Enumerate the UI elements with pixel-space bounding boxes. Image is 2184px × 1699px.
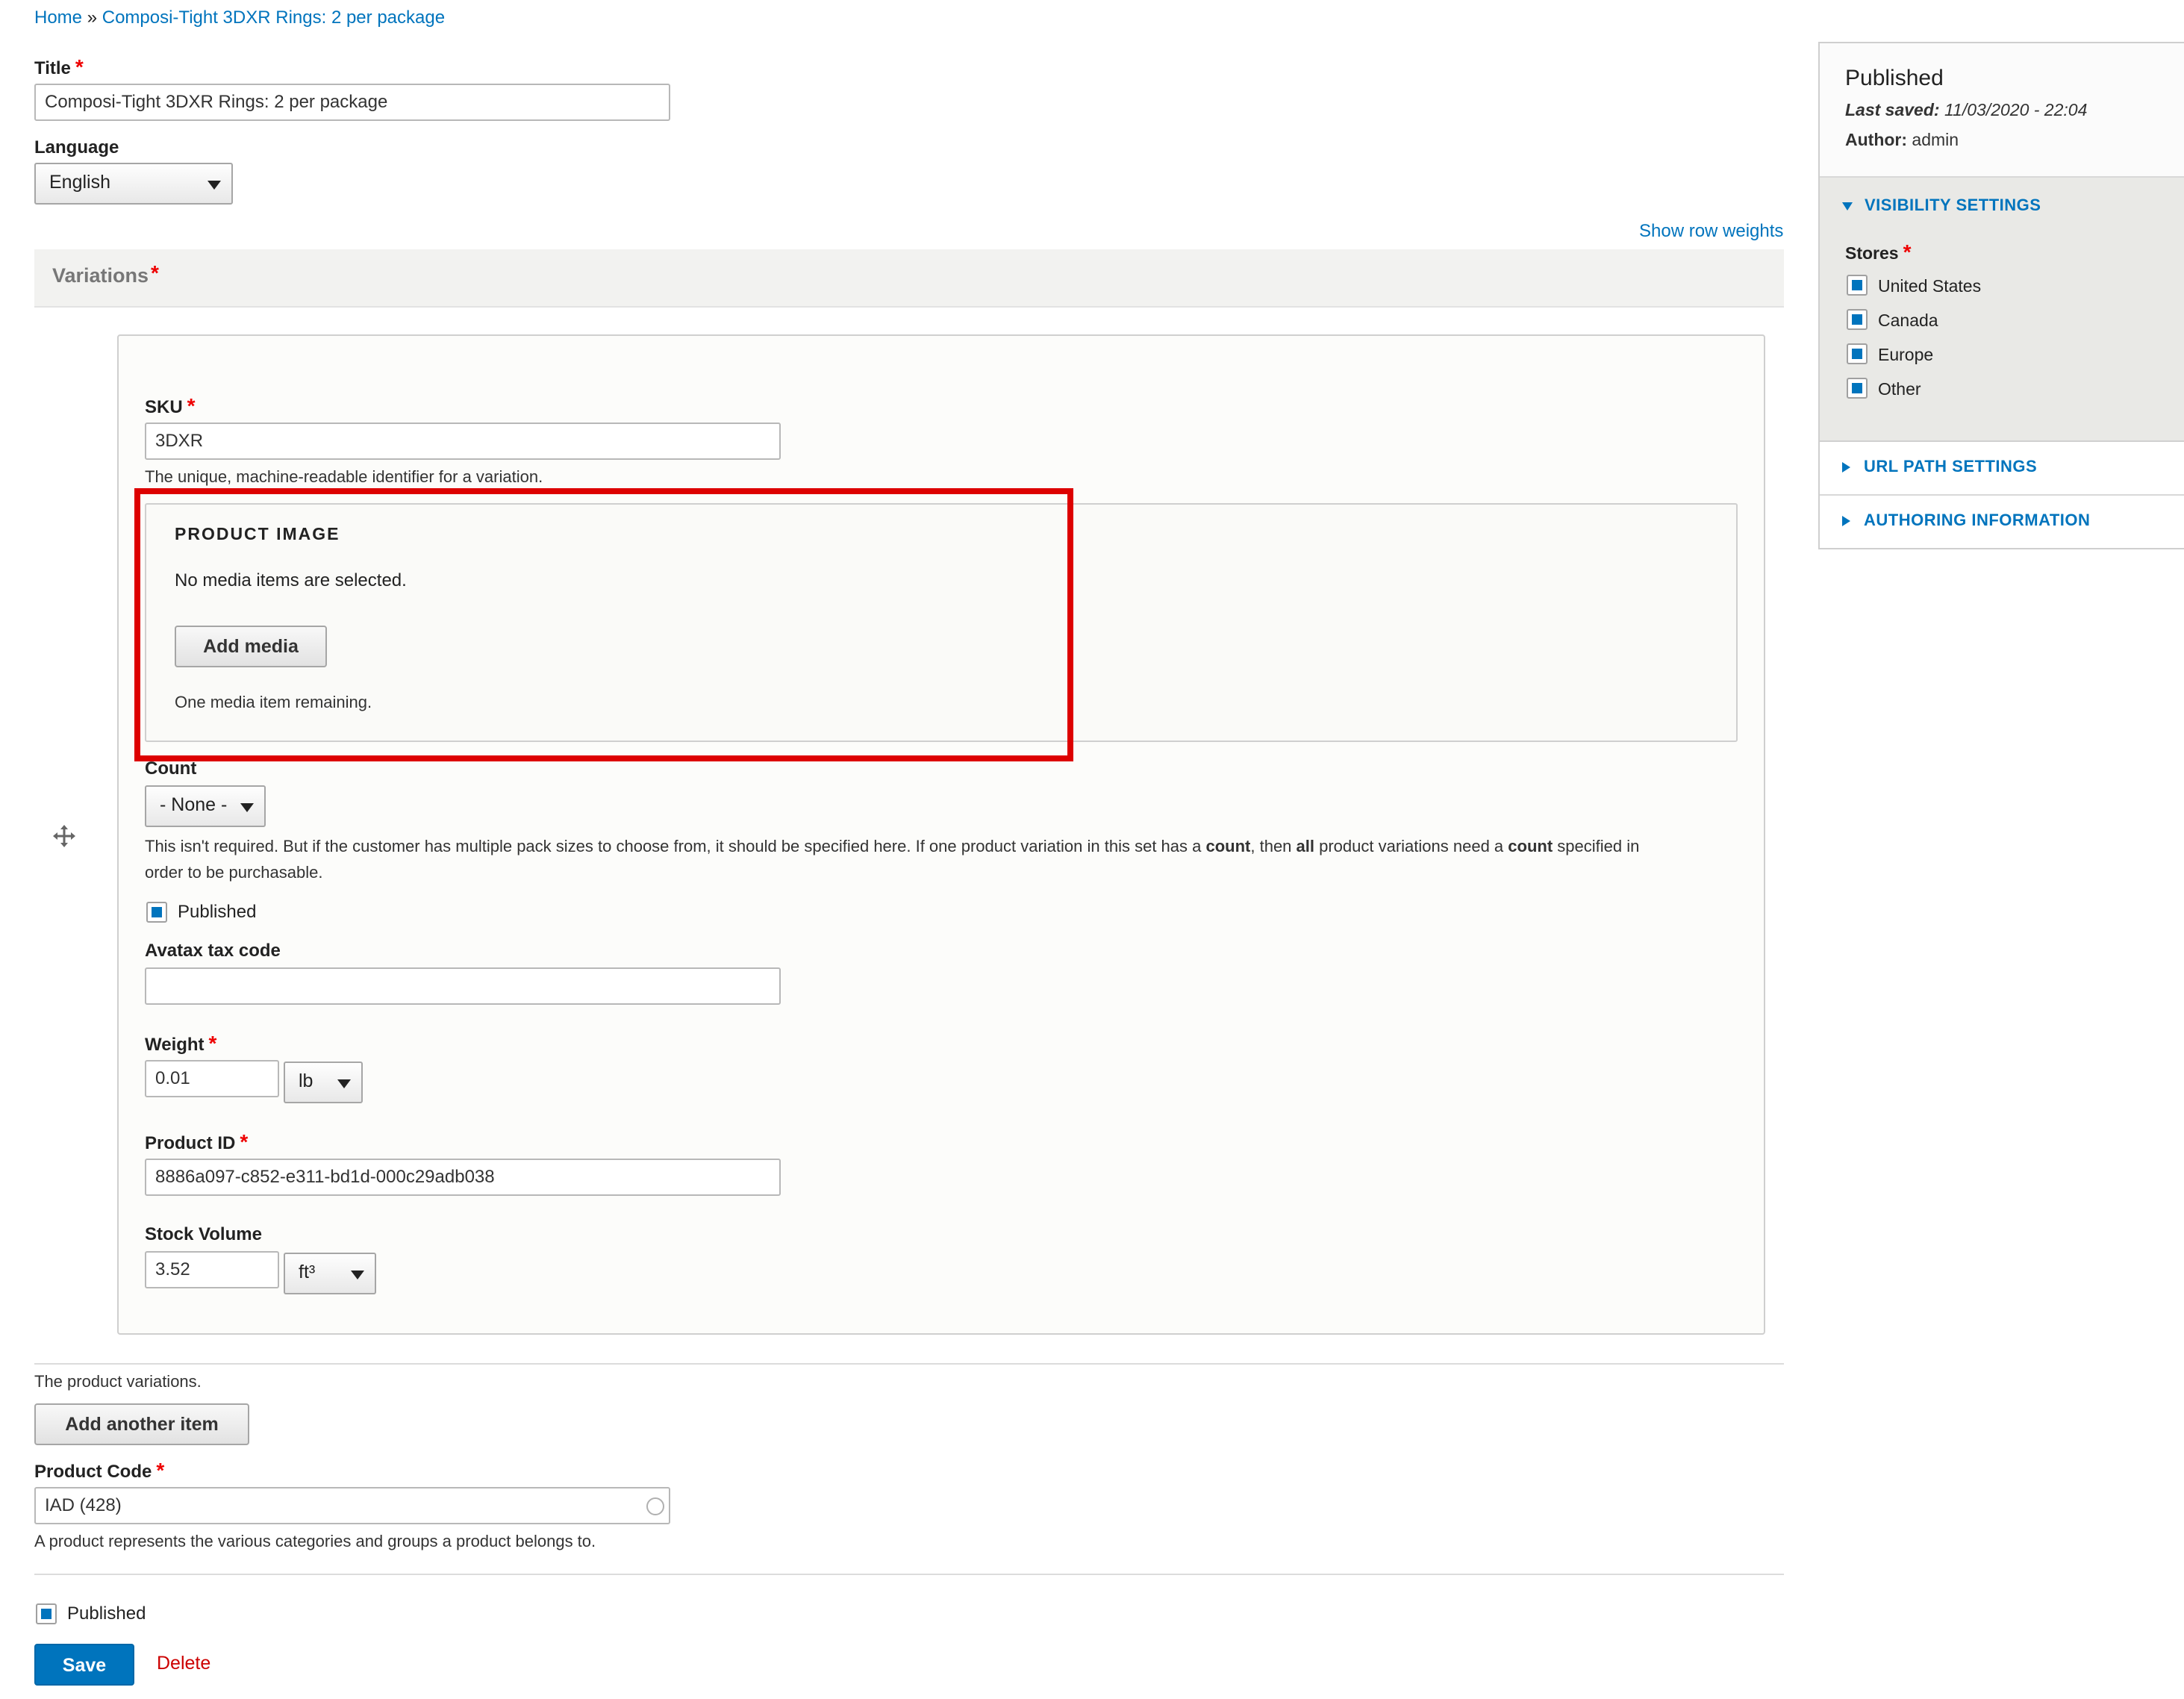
language-selected-value: English	[49, 172, 110, 193]
sku-description: The unique, machine-readable identifier …	[145, 467, 543, 486]
product-code-label: Product Code *	[34, 1459, 165, 1482]
show-row-weights-link[interactable]: Show row weights	[1639, 221, 1783, 242]
store-other-checkbox[interactable]	[1847, 378, 1868, 399]
published-label: Published	[67, 1603, 146, 1624]
sidebar: Published Last saved: 11/03/2020 - 22:04…	[1818, 42, 2184, 549]
title-input[interactable]: Composi-Tight 3DXR Rings: 2 per package	[34, 84, 670, 121]
avatax-label: Avatax tax code	[145, 941, 281, 961]
store-europe-checkbox[interactable]	[1847, 343, 1868, 364]
product-code-input[interactable]: IAD (428)	[34, 1487, 670, 1524]
language-select[interactable]: English	[34, 163, 233, 205]
sidebar-status: Published	[1845, 66, 1944, 90]
stock-volume-input[interactable]: 3.52	[145, 1251, 279, 1288]
breadcrumb: Home » Composi-Tight 3DXR Rings: 2 per p…	[34, 7, 445, 28]
count-select[interactable]: - None -	[145, 785, 266, 827]
stock-volume-label: Stock Volume	[145, 1224, 262, 1244]
delete-link[interactable]: Delete	[157, 1653, 210, 1674]
breadcrumb-home-link[interactable]: Home	[34, 7, 82, 28]
store-united-states-checkbox[interactable]	[1847, 275, 1868, 296]
add-another-item-button[interactable]: Add another item	[34, 1403, 249, 1445]
autocomplete-throbber-icon	[646, 1497, 664, 1515]
visibility-settings-toggle[interactable]: VISIBILITY SETTINGS	[1842, 196, 2041, 215]
stock-volume-unit-select[interactable]: ft³	[284, 1253, 376, 1294]
count-description: This isn't required. But if the customer…	[145, 837, 1640, 882]
store-united-states-label: United States	[1878, 276, 1982, 296]
sidebar-author: Author: admin	[1845, 130, 1959, 149]
authoring-information-toggle[interactable]: AUTHORING INFORMATION	[1842, 511, 2090, 530]
variation-published-checkbox[interactable]	[146, 902, 167, 923]
breadcrumb-separator: »	[87, 7, 98, 28]
save-button[interactable]: Save	[34, 1644, 134, 1686]
chevron-down-icon	[337, 1079, 351, 1088]
weight-unit-select[interactable]: lb	[284, 1062, 363, 1103]
product-id-label: Product ID *	[145, 1130, 249, 1153]
visibility-settings-panel: VISIBILITY SETTINGS Stores * United State…	[1820, 178, 2184, 442]
stock-volume-unit-value: ft³	[299, 1262, 316, 1282]
weight-unit-value: lb	[299, 1070, 313, 1091]
sku-label: SKU *	[145, 394, 196, 417]
variations-title: Variations	[52, 264, 149, 287]
url-path-settings-toggle[interactable]: URL PATH SETTINGS	[1842, 457, 2037, 476]
published-checkbox[interactable]	[36, 1603, 57, 1624]
title-label: Title *	[34, 55, 84, 78]
caret-right-icon	[1842, 516, 1850, 527]
variations-header: Variations *	[34, 249, 1784, 308]
caret-down-icon	[1842, 202, 1853, 211]
form-divider	[34, 1574, 1784, 1575]
count-label: Count	[145, 758, 197, 779]
variations-divider	[34, 1363, 1784, 1365]
breadcrumb-current-link[interactable]: Composi-Tight 3DXR Rings: 2 per package	[102, 7, 445, 28]
product-code-value: IAD (428)	[45, 1495, 122, 1515]
chevron-down-icon	[351, 1271, 364, 1279]
highlight-box	[134, 488, 1073, 761]
drag-handle-icon[interactable]	[52, 824, 76, 848]
chevron-down-icon	[208, 181, 221, 190]
variation-published-label: Published	[178, 902, 257, 922]
store-other-label: Other	[1878, 379, 1921, 399]
caret-right-icon	[1842, 462, 1850, 473]
product-code-description: A product represents the various categor…	[34, 1532, 596, 1550]
weight-input[interactable]: 0.01	[145, 1060, 279, 1097]
avatax-input[interactable]	[145, 967, 781, 1005]
count-selected-value: - None -	[160, 794, 228, 815]
weight-label: Weight *	[145, 1032, 217, 1055]
product-id-input[interactable]: 8886a097-c852-e311-bd1d-000c29adb038	[145, 1159, 781, 1196]
sidebar-meta: Published Last saved: 11/03/2020 - 22:04…	[1820, 43, 2184, 178]
sku-input[interactable]: 3DXR	[145, 423, 781, 460]
stores-label: Stores *	[1845, 240, 1912, 264]
variations-description: The product variations.	[34, 1372, 202, 1391]
store-europe-label: Europe	[1878, 345, 1934, 364]
store-canada-label: Canada	[1878, 311, 1938, 330]
sidebar-last-saved: Last saved: 11/03/2020 - 22:04	[1845, 100, 2088, 119]
store-canada-checkbox[interactable]	[1847, 309, 1868, 330]
chevron-down-icon	[240, 803, 254, 812]
sidebar-divider	[1820, 494, 2184, 496]
language-label: Language	[34, 137, 119, 158]
